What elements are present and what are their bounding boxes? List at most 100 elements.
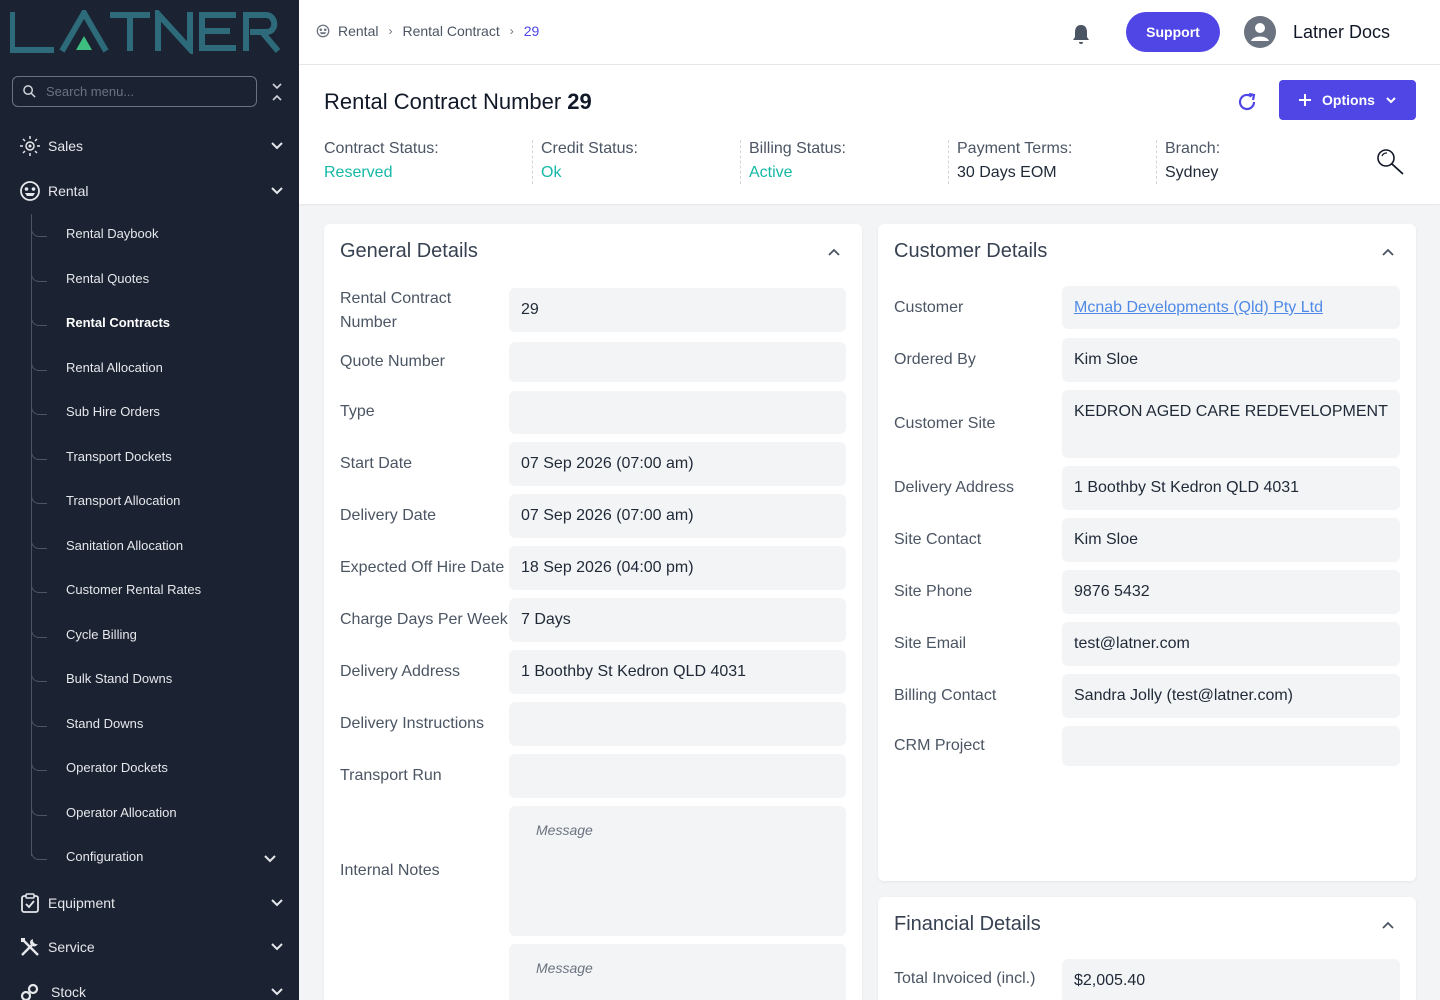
- rental-icon: [19, 180, 41, 202]
- menu-search-input[interactable]: [46, 84, 236, 99]
- sidebar-item-rental-daybook[interactable]: Rental Daybook: [31, 219, 291, 251]
- site-contact-field[interactable]: Kim Sloe: [1062, 518, 1400, 562]
- latner-logo-mark: [9, 6, 281, 57]
- field-label: Total Invoiced (incl.): [894, 970, 1036, 987]
- field-label: Charge Days Per Week: [340, 611, 508, 628]
- customer-link[interactable]: Mcnab Developments (Qld) Pty Ltd: [1062, 286, 1400, 329]
- status-label: Contract Status:: [324, 140, 439, 157]
- branch: Branch: Sydney: [1165, 140, 1220, 184]
- user-name[interactable]: Latner Docs: [1293, 22, 1390, 43]
- status-badge: Reserved: [324, 164, 393, 181]
- type-field[interactable]: [509, 391, 846, 434]
- start-date-field[interactable]: 07 Sep 2026 (07:00 am): [509, 442, 846, 486]
- field-label: Start Date: [340, 455, 413, 472]
- field-label: Internal Notes: [340, 862, 440, 879]
- ordered-by-field[interactable]: Kim Sloe: [1062, 338, 1400, 382]
- tree-connector: [31, 486, 47, 504]
- field-label: Billing Contact: [894, 687, 997, 704]
- sidebar-item-equipment[interactable]: Equipment: [0, 883, 299, 923]
- sidebar-item-sales[interactable]: Sales: [0, 126, 299, 166]
- avatar[interactable]: [1244, 16, 1276, 48]
- page-title: Rental Contract Number 29: [324, 89, 592, 115]
- status-label: Credit Status:: [541, 140, 638, 157]
- billing-contact-field[interactable]: Sandra Jolly (test@latner.com): [1062, 674, 1400, 718]
- sidebar-item-label: Transport Allocation: [66, 493, 181, 508]
- sidebar-item-rental[interactable]: Rental: [0, 171, 299, 211]
- sidebar-item-service[interactable]: Service: [0, 927, 299, 967]
- sidebar-item-sub-hire-orders[interactable]: Sub Hire Orders: [31, 397, 291, 429]
- customer-details-card: Customer Details Customer Mcnab Developm…: [878, 224, 1416, 881]
- sidebar-item-transport-allocation[interactable]: Transport Allocation: [31, 486, 291, 518]
- sidebar-item-transport-dockets[interactable]: Transport Dockets: [31, 442, 291, 474]
- customer-site-field[interactable]: KEDRON AGED CARE REDEVELOPMENT: [1062, 390, 1400, 458]
- options-button[interactable]: Options: [1279, 80, 1416, 120]
- breadcrumb-rental[interactable]: Rental: [338, 23, 378, 39]
- tree-connector: [31, 620, 47, 638]
- top-bar: Rental › Rental Contract › 29 Support La…: [299, 0, 1440, 65]
- sidebar-item-cycle-billing[interactable]: Cycle Billing: [31, 620, 291, 652]
- gears-icon: [19, 981, 41, 1000]
- credit-status: Credit Status: Ok: [541, 140, 638, 184]
- refresh-icon[interactable]: [1236, 91, 1258, 113]
- contract-number: 29: [567, 89, 592, 114]
- site-email-field[interactable]: test@latner.com: [1062, 622, 1400, 666]
- breadcrumb-current: 29: [523, 23, 540, 39]
- field-label: Quote Number: [340, 353, 445, 370]
- status-divider: [1156, 140, 1157, 184]
- rental-icon: [316, 24, 330, 38]
- field-label: Rental Contract Number: [340, 290, 452, 331]
- quote-number-field[interactable]: [509, 342, 846, 382]
- sidebar: Sales Rental Rental Daybook Rental Quote…: [0, 0, 299, 1000]
- magnifier-icon[interactable]: [1375, 147, 1405, 177]
- sidebar-item-customer-rental-rates[interactable]: Customer Rental Rates: [31, 575, 291, 607]
- chevron-up-icon[interactable]: [826, 244, 842, 260]
- latner-logo[interactable]: [9, 6, 282, 57]
- transport-run-field[interactable]: [509, 754, 846, 798]
- delivery-instructions-field[interactable]: [509, 702, 846, 746]
- bell-icon[interactable]: [1069, 22, 1093, 46]
- field-label: Delivery Instructions: [340, 715, 485, 732]
- collapse-menu-button[interactable]: [268, 80, 286, 104]
- total-invoiced-field[interactable]: $2,005.40: [1062, 959, 1400, 1000]
- breadcrumb-rental-contract[interactable]: Rental Contract: [402, 23, 499, 39]
- card-title: Financial Details: [894, 913, 1041, 935]
- sidebar-item-rental-quotes[interactable]: Rental Quotes: [31, 264, 291, 296]
- sidebar-item-sanitation-allocation[interactable]: Sanitation Allocation: [31, 531, 291, 563]
- sidebar-item-operator-allocation[interactable]: Operator Allocation: [31, 798, 291, 830]
- status-divider: [740, 140, 741, 184]
- tree-connector: [31, 397, 47, 415]
- contract-title-label: Rental Contract Number: [324, 89, 562, 114]
- sidebar-item-label: Rental Allocation: [66, 360, 163, 375]
- charge-days-field[interactable]: 7 Days: [509, 598, 846, 642]
- delivery-date-field[interactable]: 07 Sep 2026 (07:00 am): [509, 494, 846, 538]
- sidebar-item-operator-dockets[interactable]: Operator Dockets: [31, 753, 291, 785]
- field-label: Delivery Address: [340, 663, 461, 680]
- chevron-down-icon: [271, 187, 283, 195]
- field-label: Site Phone: [894, 583, 973, 600]
- sidebar-item-rental-allocation[interactable]: Rental Allocation: [31, 353, 291, 385]
- tree-connector: [31, 664, 47, 682]
- chevron-up-icon[interactable]: [1380, 244, 1396, 260]
- sidebar-item-configuration[interactable]: Configuration: [31, 842, 291, 874]
- expected-off-hire-date-field[interactable]: 18 Sep 2026 (04:00 pm): [509, 546, 846, 590]
- status-value: Sydney: [1165, 164, 1219, 181]
- tree-connector: [31, 264, 47, 282]
- support-button[interactable]: Support: [1126, 12, 1220, 52]
- status-label: Billing Status:: [749, 140, 846, 157]
- delivery-address-field[interactable]: 1 Boothby St Kedron QLD 4031: [509, 650, 846, 694]
- tree-connector: [31, 308, 47, 326]
- menu-search: [12, 76, 257, 107]
- sidebar-item-stock[interactable]: Stock: [0, 972, 299, 1000]
- sidebar-item-rental-contracts[interactable]: Rental Contracts: [31, 308, 291, 340]
- chevron-up-icon[interactable]: [1380, 917, 1396, 933]
- site-phone-field[interactable]: 9876 5432: [1062, 570, 1400, 614]
- internal-notes-textarea[interactable]: Message: [509, 806, 846, 936]
- notes-textarea[interactable]: Message: [509, 944, 846, 1000]
- chevron-down-icon: [271, 899, 283, 907]
- sidebar-item-stand-downs[interactable]: Stand Downs: [31, 709, 291, 741]
- sidebar-item-bulk-stand-downs[interactable]: Bulk Stand Downs: [31, 664, 291, 696]
- crm-project-field[interactable]: [1062, 726, 1400, 766]
- contract-number-field[interactable]: 29: [509, 288, 846, 332]
- customer-delivery-address-field[interactable]: 1 Boothby St Kedron QLD 4031: [1062, 466, 1400, 510]
- chevron-down-icon: [271, 142, 283, 150]
